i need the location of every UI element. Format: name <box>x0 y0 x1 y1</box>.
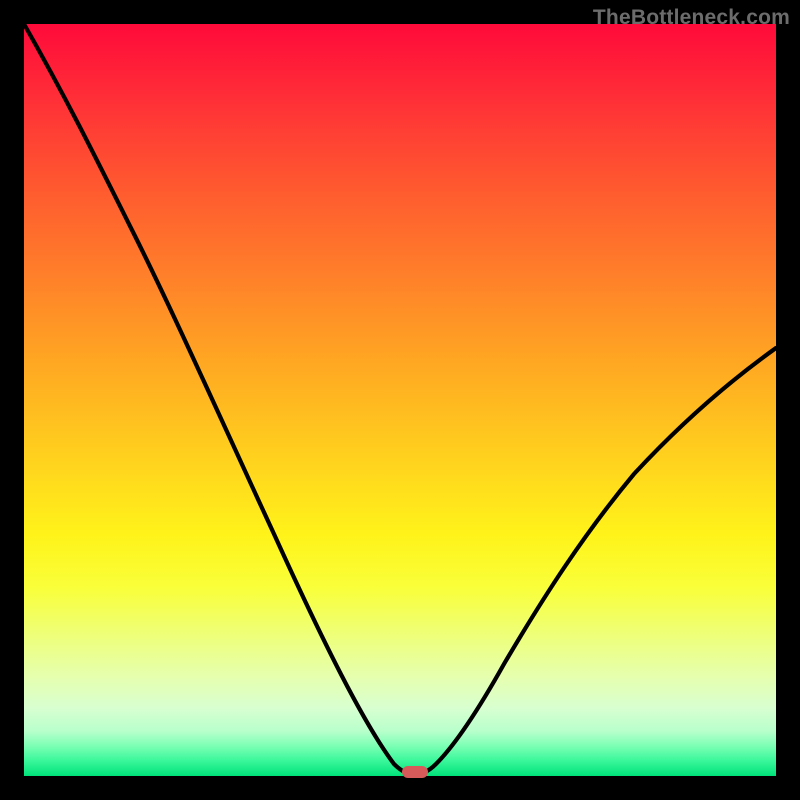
chart-container: TheBottleneck.com <box>0 0 800 800</box>
minimum-marker <box>402 766 428 778</box>
curve-path <box>24 24 776 774</box>
plot-area <box>24 24 776 776</box>
bottleneck-curve <box>24 24 776 776</box>
watermark-text: TheBottleneck.com <box>593 6 790 30</box>
